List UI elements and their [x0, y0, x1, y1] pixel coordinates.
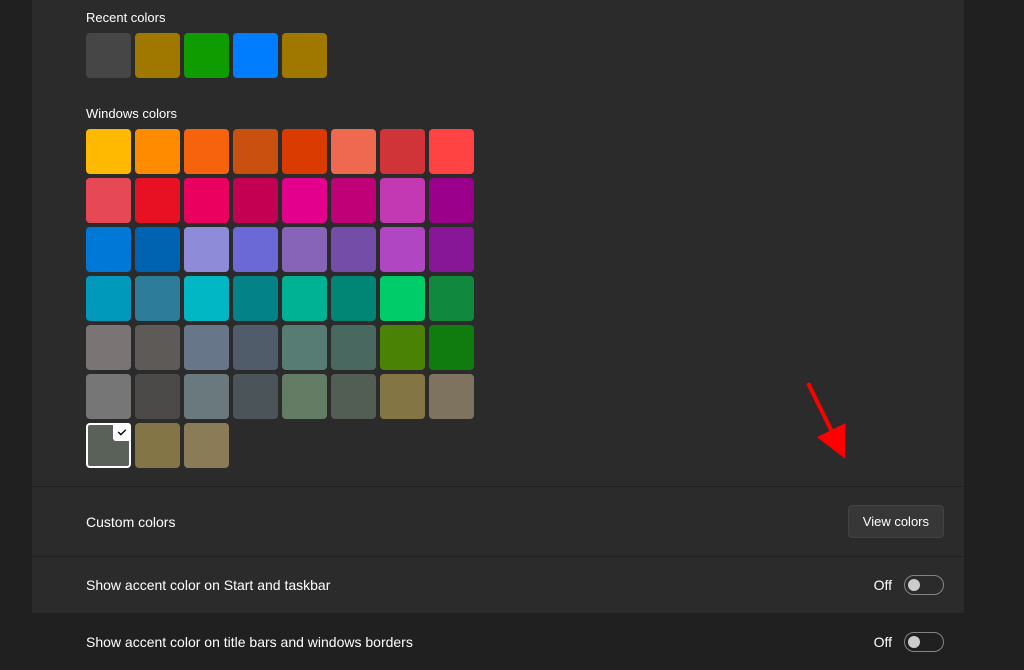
- color-swatch[interactable]: [233, 129, 278, 174]
- color-swatch[interactable]: [184, 227, 229, 272]
- color-swatch[interactable]: [282, 129, 327, 174]
- color-swatch[interactable]: [233, 374, 278, 419]
- color-swatch[interactable]: [331, 178, 376, 223]
- color-swatch[interactable]: [429, 276, 474, 321]
- color-swatch[interactable]: [86, 129, 131, 174]
- color-swatch[interactable]: [184, 374, 229, 419]
- color-row: [86, 276, 944, 321]
- custom-colors-label: Custom colors: [86, 514, 175, 530]
- color-swatch[interactable]: [380, 178, 425, 223]
- accent-start-taskbar-row: Show accent color on Start and taskbar O…: [32, 556, 964, 613]
- color-swatch[interactable]: [429, 129, 474, 174]
- color-swatch[interactable]: [86, 33, 131, 78]
- accent-title-borders-row: Show accent color on title bars and wind…: [32, 613, 964, 670]
- accent-title-borders-label: Show accent color on title bars and wind…: [86, 634, 413, 650]
- color-row: [86, 374, 944, 419]
- color-swatch[interactable]: [429, 374, 474, 419]
- settings-panel: Recent colors Windows colors Custom colo…: [32, 0, 964, 614]
- color-swatch[interactable]: [282, 33, 327, 78]
- accent-title-borders-toggle-group: Off: [874, 632, 944, 652]
- color-swatch[interactable]: [86, 178, 131, 223]
- view-colors-button[interactable]: View colors: [848, 505, 944, 538]
- color-swatch[interactable]: [331, 374, 376, 419]
- color-swatch[interactable]: [282, 374, 327, 419]
- color-swatch[interactable]: [86, 276, 131, 321]
- color-swatch[interactable]: [282, 178, 327, 223]
- color-swatch[interactable]: [233, 227, 278, 272]
- color-swatch[interactable]: [331, 276, 376, 321]
- color-swatch[interactable]: [184, 129, 229, 174]
- color-swatch[interactable]: [135, 227, 180, 272]
- color-swatch[interactable]: [282, 227, 327, 272]
- color-swatch[interactable]: [184, 276, 229, 321]
- color-swatch[interactable]: [233, 33, 278, 78]
- accent-start-taskbar-label: Show accent color on Start and taskbar: [86, 577, 330, 593]
- color-swatch[interactable]: [282, 325, 327, 370]
- color-swatch[interactable]: [135, 374, 180, 419]
- color-swatch[interactable]: [233, 276, 278, 321]
- color-row: [86, 178, 944, 223]
- toggle-knob: [908, 579, 920, 591]
- color-swatch[interactable]: [86, 227, 131, 272]
- color-swatch[interactable]: [135, 33, 180, 78]
- color-swatch[interactable]: [184, 423, 229, 468]
- color-swatch[interactable]: [184, 33, 229, 78]
- color-swatch[interactable]: [135, 325, 180, 370]
- accent-title-borders-toggle[interactable]: [904, 632, 944, 652]
- windows-colors-label: Windows colors: [86, 106, 944, 121]
- custom-colors-row: Custom colors View colors: [32, 486, 964, 556]
- color-swatch[interactable]: [429, 227, 474, 272]
- toggle-knob: [908, 636, 920, 648]
- color-swatch[interactable]: [331, 325, 376, 370]
- color-swatch[interactable]: [380, 227, 425, 272]
- accent-title-borders-state: Off: [874, 634, 892, 650]
- windows-colors-grid: [86, 129, 944, 468]
- color-row: [86, 325, 944, 370]
- color-swatch[interactable]: [233, 325, 278, 370]
- color-swatch[interactable]: [429, 178, 474, 223]
- color-swatch[interactable]: [331, 227, 376, 272]
- recent-colors-row: [86, 33, 944, 78]
- color-swatch[interactable]: [380, 129, 425, 174]
- accent-start-taskbar-toggle[interactable]: [904, 575, 944, 595]
- color-swatch[interactable]: [184, 178, 229, 223]
- color-swatch[interactable]: [429, 325, 474, 370]
- color-swatch[interactable]: [135, 178, 180, 223]
- color-swatch[interactable]: [135, 129, 180, 174]
- color-swatch[interactable]: [380, 325, 425, 370]
- recent-colors-section: Recent colors: [32, 0, 964, 78]
- color-swatch[interactable]: [86, 325, 131, 370]
- color-swatch[interactable]: [282, 276, 327, 321]
- color-swatch[interactable]: [380, 374, 425, 419]
- recent-colors-label: Recent colors: [86, 10, 944, 25]
- color-swatch[interactable]: [86, 423, 131, 468]
- color-swatch[interactable]: [331, 129, 376, 174]
- color-row: [86, 227, 944, 272]
- accent-start-taskbar-toggle-group: Off: [874, 575, 944, 595]
- color-row: [86, 129, 944, 174]
- color-row: [86, 423, 944, 468]
- color-swatch[interactable]: [86, 374, 131, 419]
- color-swatch[interactable]: [233, 178, 278, 223]
- color-swatch[interactable]: [135, 423, 180, 468]
- color-swatch[interactable]: [380, 276, 425, 321]
- accent-start-taskbar-state: Off: [874, 577, 892, 593]
- windows-colors-section: Windows colors: [32, 82, 964, 468]
- checkmark-icon: [113, 423, 131, 441]
- color-swatch[interactable]: [184, 325, 229, 370]
- color-swatch[interactable]: [135, 276, 180, 321]
